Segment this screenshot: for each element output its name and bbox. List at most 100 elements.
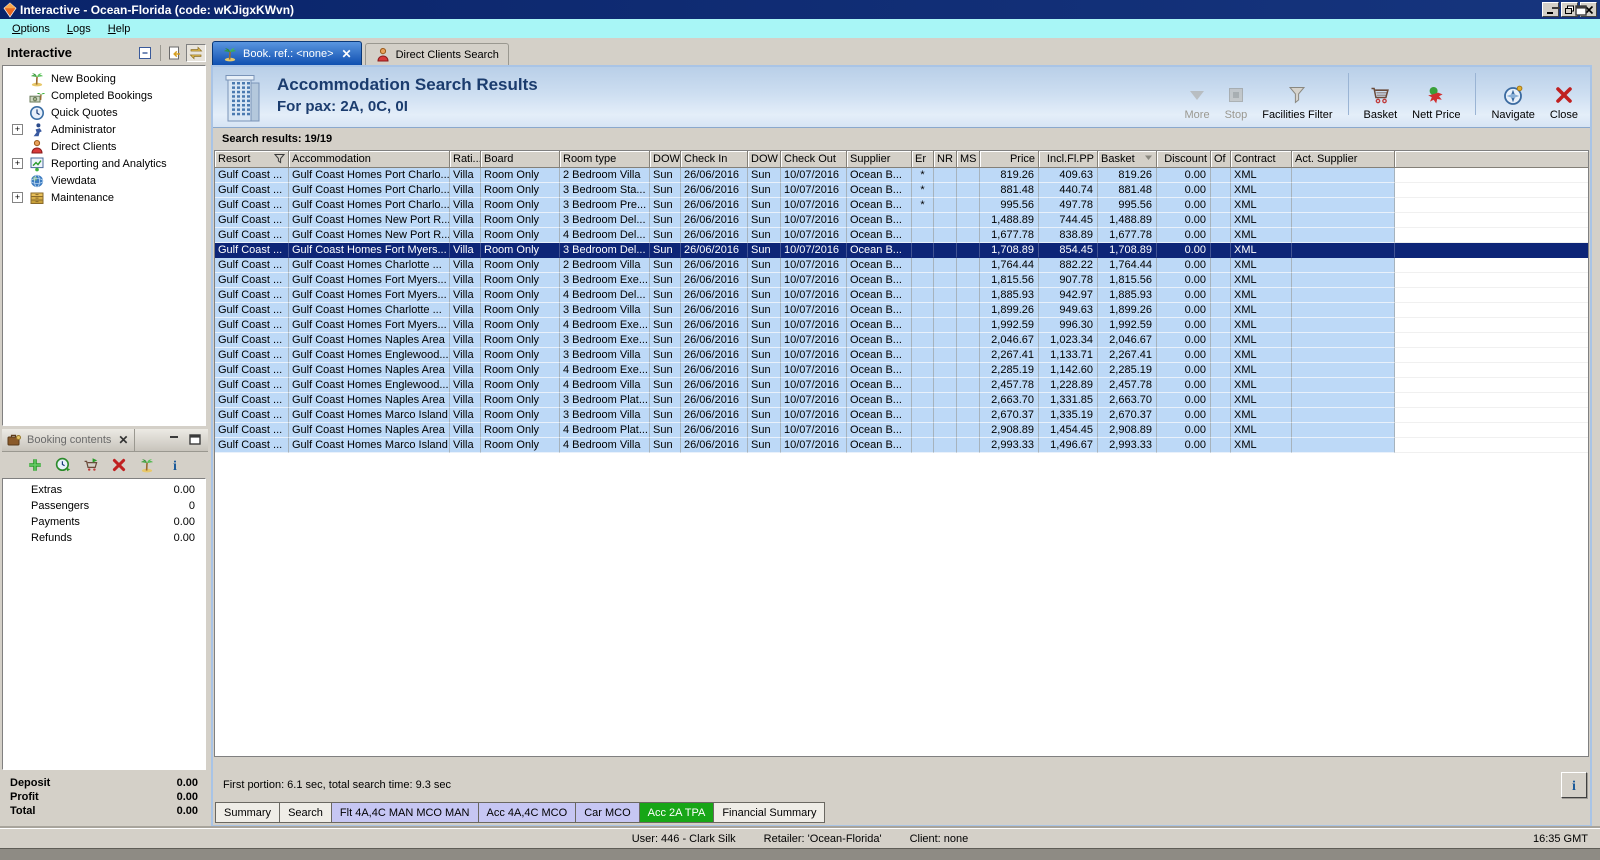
swap-panels-button[interactable] (186, 43, 206, 62)
section-tab-acc-4a-4c-mco[interactable]: Acc 4A,4C MCO (477, 802, 577, 823)
column-header-room-type[interactable]: Room type (560, 151, 650, 168)
sidebar-item-reporting-and-analytics[interactable]: + Reporting and Analytics (3, 155, 205, 172)
delete-item-button[interactable] (111, 457, 128, 474)
sidebar-item-completed-bookings[interactable]: +Completed Bookings (3, 87, 205, 104)
result-row[interactable]: Gulf Coast ... Gulf Coast Homes Charlotte… (215, 258, 1588, 273)
result-row[interactable]: Gulf Coast ... Gulf Coast Homes Charlotte… (215, 303, 1588, 318)
booking-contents-close-icon[interactable]: ✕ (118, 433, 128, 447)
result-row[interactable]: Gulf Coast ... Gulf Coast Homes Fort Myer… (215, 243, 1588, 258)
column-header-er[interactable]: Er (912, 151, 934, 168)
result-row[interactable]: Gulf Coast ... Gulf Coast Homes New Port … (215, 228, 1588, 243)
nett-price-button[interactable]: Nett Price (1412, 84, 1460, 121)
result-row[interactable]: Gulf Coast ... Gulf Coast Homes Fort Myer… (215, 318, 1588, 333)
sort-indicator-icon[interactable] (1142, 153, 1153, 162)
menu-help[interactable]: Help (100, 21, 140, 37)
column-header-check-in[interactable]: Check In (681, 151, 748, 168)
section-tab-flt-4a-4c-man-mco-man[interactable]: Flt 4A,4C MAN MCO MAN (330, 802, 479, 823)
filter-funnel-icon[interactable] (272, 153, 285, 164)
column-header-dow[interactable]: DOW (748, 151, 781, 168)
column-header-check-out[interactable]: Check Out (781, 151, 847, 168)
result-cell: 2,993.33 (980, 438, 1039, 453)
tab-book-ref-none[interactable]: Book. ref.: <none> ✕ (212, 41, 362, 65)
sidebar-item-viewdata[interactable]: +Viewdata (3, 172, 205, 189)
column-header-basket[interactable]: Basket (1098, 151, 1157, 168)
sidebar-item-label: Direct Clients (51, 140, 117, 153)
maximize-panel-icon[interactable] (188, 434, 202, 446)
info-button[interactable]: i (1561, 772, 1587, 798)
collapse-panel-button[interactable] (135, 44, 155, 62)
maximize-view-icon[interactable] (1574, 5, 1588, 17)
expand-icon[interactable]: + (12, 192, 23, 203)
result-row[interactable]: Gulf Coast ... Gulf Coast Homes Fort Myer… (215, 273, 1588, 288)
result-row[interactable]: Gulf Coast ... Gulf Coast Homes Naples Ar… (215, 363, 1588, 378)
column-header-discount[interactable]: Discount (1157, 151, 1211, 168)
result-row[interactable]: Gulf Coast ... Gulf Coast Homes Port Char… (215, 198, 1588, 213)
result-cell: 1,331.85 (1039, 393, 1098, 408)
booking-contents-tab[interactable]: Booking contents ✕ (2, 429, 136, 451)
expand-icon[interactable]: + (12, 158, 23, 169)
result-cell: Sun (748, 423, 781, 438)
column-header-label: Discount (1164, 153, 1207, 165)
column-header-act-supplier[interactable]: Act. Supplier (1292, 151, 1395, 168)
section-tab-acc-2a-tpa[interactable]: Acc 2A TPA (638, 802, 715, 823)
facilities-filter-button[interactable]: Facilities Filter (1262, 84, 1333, 121)
column-header-supplier[interactable]: Supplier (847, 151, 912, 168)
column-header-ms[interactable]: MS (957, 151, 980, 168)
result-cell: Sun (650, 348, 681, 363)
info-button[interactable]: i (167, 457, 184, 474)
menu-options[interactable]: Options (4, 21, 59, 37)
close-button[interactable]: Close (1550, 84, 1578, 121)
result-row[interactable]: Gulf Coast ... Gulf Coast Homes Marco Isl… (215, 438, 1588, 453)
result-row[interactable]: Gulf Coast ... Gulf Coast Homes Englewood… (215, 348, 1588, 363)
result-row[interactable]: Gulf Coast ... Gulf Coast Homes Naples Ar… (215, 333, 1588, 348)
result-row[interactable]: Gulf Coast ... Gulf Coast Homes Port Char… (215, 168, 1588, 183)
booking-summary-row[interactable]: Passengers 0 (3, 500, 205, 516)
column-header-rati[interactable]: Rati... (450, 151, 481, 168)
booking-summary-row[interactable]: Refunds 0.00 (3, 532, 205, 548)
column-header-price[interactable]: Price (980, 151, 1039, 168)
minimize-panel-icon[interactable] (168, 434, 182, 446)
result-row[interactable]: Gulf Coast ... Gulf Coast Homes Naples Ar… (215, 423, 1588, 438)
result-row[interactable]: Gulf Coast ... Gulf Coast Homes Port Char… (215, 183, 1588, 198)
result-row[interactable]: Gulf Coast ... Gulf Coast Homes Fort Myer… (215, 288, 1588, 303)
section-tab-car-mco[interactable]: Car MCO (575, 802, 640, 823)
column-header-incl-fl-pp[interactable]: Incl.Fl.PP (1039, 151, 1098, 168)
basket-cart-icon (1369, 84, 1391, 106)
add-item-button[interactable] (27, 457, 44, 474)
navigate-button[interactable]: Navigate (1491, 84, 1535, 121)
booking-summary-row[interactable]: Payments 0.00 (3, 516, 205, 532)
sidebar-item-quick-quotes[interactable]: +Quick Quotes (3, 104, 205, 121)
menu-logs[interactable]: Logs (59, 21, 100, 37)
section-tab-search[interactable]: Search (279, 802, 332, 823)
column-header-board[interactable]: Board (481, 151, 560, 168)
tab-direct-clients-search[interactable]: Direct Clients Search (364, 43, 509, 65)
tab-close-icon[interactable]: ✕ (342, 47, 352, 61)
quick-quote-button[interactable] (55, 457, 72, 474)
basket-button[interactable]: Basket (1364, 84, 1397, 121)
column-header-dow[interactable]: DOW (650, 151, 681, 168)
result-row[interactable]: Gulf Coast ... Gulf Coast Homes Marco Isl… (215, 408, 1588, 423)
column-header-of[interactable]: Of (1211, 151, 1231, 168)
sidebar-item-maintenance[interactable]: + Maintenance (3, 189, 205, 206)
sidebar-item-direct-clients[interactable]: +Direct Clients (3, 138, 205, 155)
expand-icon[interactable]: + (12, 124, 23, 135)
sidebar-item-administrator[interactable]: + Administrator (3, 121, 205, 138)
sidebar-item-new-booking[interactable]: +New Booking (3, 70, 205, 87)
result-row[interactable]: Gulf Coast ... Gulf Coast Homes Naples Ar… (215, 393, 1588, 408)
booking-summary-row[interactable]: Extras 0.00 (3, 484, 205, 500)
toolbar-button-label: Stop (1224, 109, 1248, 121)
result-row[interactable]: Gulf Coast ... Gulf Coast Homes New Port … (215, 213, 1588, 228)
section-tab-summary[interactable]: Summary (215, 802, 281, 823)
section-tab-financial-summary[interactable]: Financial Summary (713, 802, 826, 823)
column-header-resort[interactable]: Resort (215, 151, 289, 168)
result-row[interactable]: Gulf Coast ... Gulf Coast Homes Englewood… (215, 378, 1588, 393)
minimize-view-icon[interactable] (1550, 5, 1564, 17)
column-header-contract[interactable]: Contract (1231, 151, 1292, 168)
import-booking-button[interactable] (164, 44, 184, 62)
result-cell: 1,764.44 (980, 258, 1039, 273)
column-header-nr[interactable]: NR (934, 151, 957, 168)
column-header-accommodation[interactable]: Accommodation (289, 151, 450, 168)
new-booking-button[interactable] (139, 457, 156, 474)
result-cell: 2,267.41 (1098, 348, 1157, 363)
move-to-basket-button[interactable] (83, 457, 100, 474)
